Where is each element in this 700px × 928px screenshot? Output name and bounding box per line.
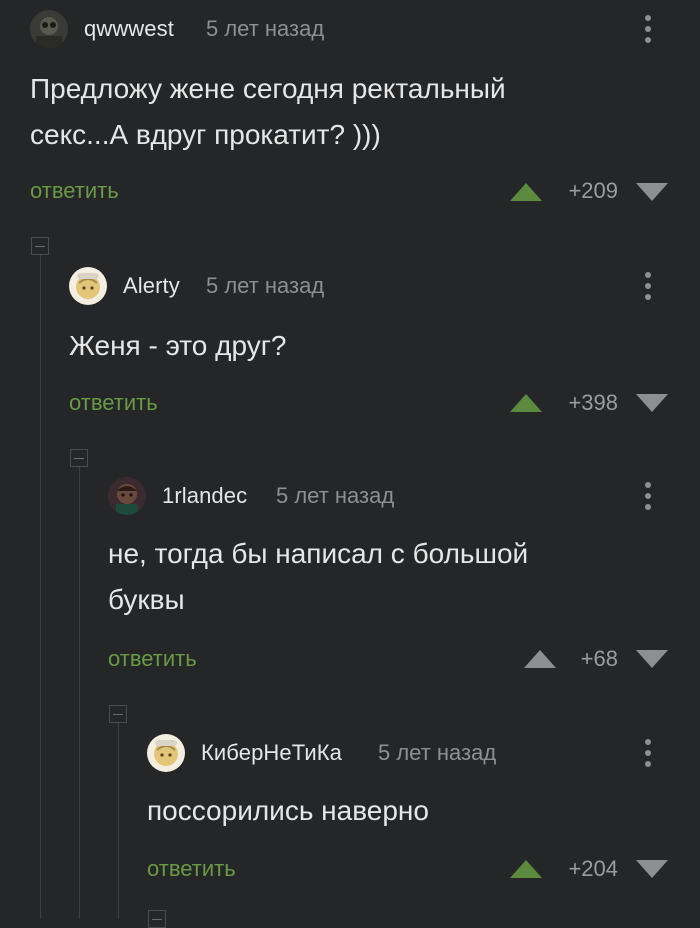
comment-text: Женя - это друг? [69, 323, 287, 369]
more-options-icon[interactable] [640, 12, 656, 46]
downvote-icon[interactable] [634, 181, 670, 203]
comment-text-line: Женя - это друг? [69, 330, 287, 361]
reply-link[interactable]: ответить [108, 646, 197, 672]
downvote-icon[interactable] [634, 858, 670, 880]
comment-text-line: секс...А вдруг прокатит? ))) [30, 119, 381, 150]
avatar[interactable] [147, 734, 185, 772]
username[interactable]: qwwwest [84, 16, 174, 42]
more-options-icon[interactable] [640, 736, 656, 770]
timestamp: 5 лет назад [206, 16, 325, 41]
reply-link[interactable]: ответить [69, 390, 158, 416]
downvote-icon[interactable] [634, 648, 670, 670]
username[interactable]: КиберНеТиКа [201, 740, 342, 766]
comment-text: Предложу жене сегодня ректальный секс...… [30, 66, 506, 158]
comment-text-line: не, тогда бы написал с большой [108, 538, 529, 569]
timestamp: 5 лет назад [206, 273, 325, 298]
avatar[interactable] [108, 477, 146, 515]
score: +209 [568, 178, 618, 203]
avatar[interactable] [69, 267, 107, 305]
timestamp: 5 лет назад [276, 483, 395, 508]
upvote-icon[interactable] [508, 181, 544, 203]
username[interactable]: 1rlandec [162, 483, 247, 509]
comment-text: поссорились наверно [147, 788, 429, 834]
comment: Alerty 5 лет назад Женя - это друг? отве… [69, 260, 700, 440]
comment-header: qwwwest 5 лет назад [30, 8, 700, 48]
thread-line [118, 722, 119, 919]
downvote-icon[interactable] [634, 392, 670, 414]
more-options-icon[interactable] [640, 479, 656, 513]
comment-header: КиберНеТиКа 5 лет назад [147, 732, 700, 772]
comment: qwwwest 5 лет назад Предложу жене сегодн… [30, 0, 700, 230]
comment-header: Alerty 5 лет назад [69, 265, 700, 305]
comment: КиберНеТиКа 5 лет назад поссорились наве… [147, 727, 700, 919]
score: +68 [580, 646, 618, 671]
comment-header: 1rlandec 5 лет назад [108, 475, 700, 515]
upvote-icon[interactable] [508, 392, 544, 414]
score: +398 [568, 390, 618, 415]
upvote-icon[interactable] [522, 648, 558, 670]
username[interactable]: Alerty [123, 273, 180, 299]
collapse-icon[interactable] [70, 449, 88, 467]
collapse-icon[interactable] [109, 705, 127, 723]
reply-link[interactable]: ответить [147, 856, 236, 882]
avatar[interactable] [30, 10, 68, 48]
comment-text-line: Предложу жене сегодня ректальный [30, 73, 506, 104]
timestamp: 5 лет назад [378, 740, 497, 765]
reply-link[interactable]: ответить [30, 178, 119, 204]
score: +204 [568, 856, 618, 881]
comment-text-line: поссорились наверно [147, 795, 429, 826]
comment-text: не, тогда бы написал с большой буквы [108, 531, 528, 623]
more-options-icon[interactable] [640, 269, 656, 303]
thread-line [40, 254, 41, 919]
comment-text-line: буквы [108, 584, 185, 615]
collapse-icon[interactable] [31, 237, 49, 255]
comment: 1rlandec 5 лет назад не, тогда бы написа… [108, 470, 700, 700]
upvote-icon[interactable] [508, 858, 544, 880]
thread-line [79, 466, 80, 919]
